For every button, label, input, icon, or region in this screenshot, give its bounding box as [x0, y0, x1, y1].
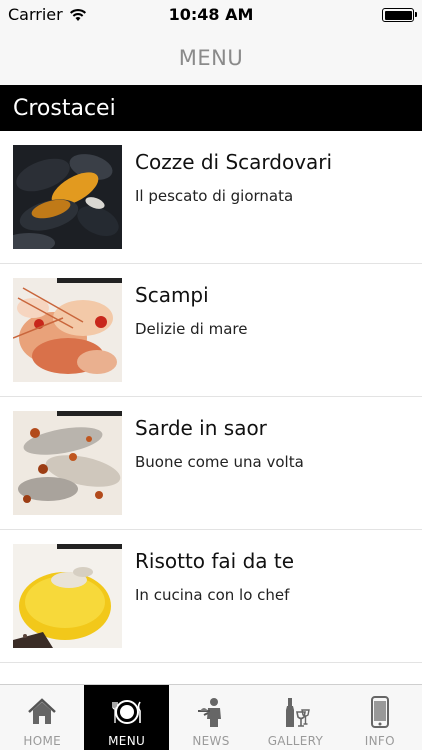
menu-item[interactable]: Risotto fai da te In cucina con lo chef	[0, 530, 422, 663]
clock: 10:48 AM	[168, 5, 254, 24]
menu-item-subtitle: Delizie di mare	[135, 320, 248, 338]
tab-info[interactable]: INFO	[338, 685, 422, 750]
navigation-bar: MENU	[0, 30, 422, 85]
menu-item[interactable]: Scampi Delizie di mare	[0, 264, 422, 397]
tab-menu[interactable]: MENU	[84, 685, 169, 750]
page-title: MENU	[178, 45, 244, 70]
plate-icon	[111, 700, 141, 724]
menu-item-title: Scampi	[135, 283, 209, 307]
tab-label: MENU	[108, 734, 146, 748]
menu-item-subtitle: Buone come una volta	[135, 453, 304, 471]
tab-label: INFO	[364, 734, 395, 748]
section-title: Crostacei	[13, 95, 116, 121]
tab-gallery[interactable]: GALLERY	[253, 685, 337, 750]
tab-bar: HOME MENU NEWS GALLERY INFO	[0, 684, 422, 750]
mussels-photo	[13, 145, 122, 249]
tab-label: HOME	[23, 734, 61, 748]
menu-item[interactable]: Cozze di Scardovari Il pescato di giorna…	[0, 131, 422, 264]
menu-item-subtitle: In cucina con lo chef	[135, 586, 290, 604]
wine-bottle-icon	[286, 698, 311, 727]
menu-list: Cozze di Scardovari Il pescato di giorna…	[0, 131, 422, 663]
tab-label: GALLERY	[267, 734, 324, 748]
waiter-icon	[198, 698, 222, 727]
menu-item-title: Risotto fai da te	[135, 549, 295, 573]
phone-icon	[370, 696, 389, 728]
tab-label: NEWS	[192, 734, 230, 748]
scampi-photo	[13, 278, 122, 382]
risotto-photo	[13, 544, 122, 648]
home-icon	[28, 698, 57, 724]
status-bar: Carrier 10:48 AM	[0, 0, 422, 30]
sardines-photo	[13, 411, 122, 515]
tab-news[interactable]: NEWS	[169, 685, 253, 750]
menu-item-title: Sarde in saor	[135, 416, 267, 440]
section-header: Crostacei	[0, 85, 422, 131]
battery-icon	[382, 8, 417, 22]
menu-item[interactable]: Sarde in saor Buone come una volta	[0, 397, 422, 530]
menu-item-subtitle: Il pescato di giornata	[135, 187, 294, 205]
tab-home[interactable]: HOME	[0, 685, 84, 750]
menu-item-title: Cozze di Scardovari	[135, 150, 333, 174]
